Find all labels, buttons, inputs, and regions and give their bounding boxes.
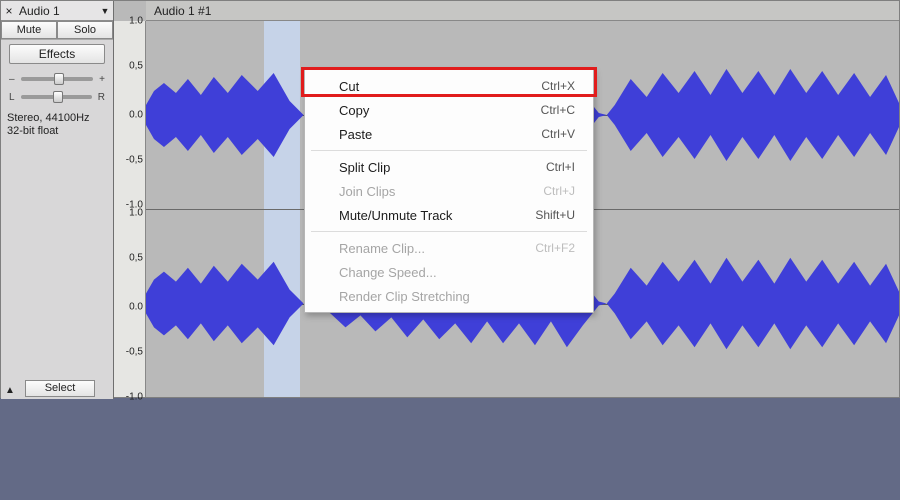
menu-label: Change Speed...	[339, 265, 437, 280]
menu-item-render-stretch: Render Clip Stretching	[305, 284, 593, 308]
pan-slider-track[interactable]	[21, 95, 92, 99]
menu-shortcut: Ctrl+C	[541, 103, 575, 117]
menu-item-mute-track[interactable]: Mute/Unmute Track Shift+U	[305, 203, 593, 227]
collapse-icon[interactable]: ▲	[5, 385, 15, 396]
menu-item-join-clips: Join Clips Ctrl+J	[305, 179, 593, 203]
menu-label: Copy	[339, 103, 369, 118]
menu-shortcut: Ctrl+V	[541, 127, 575, 141]
solo-button[interactable]: Solo	[57, 21, 113, 39]
menu-label: Split Clip	[339, 160, 390, 175]
pan-slider-thumb[interactable]	[53, 91, 63, 103]
menu-shortcut: Shift+U	[535, 208, 575, 222]
gain-slider-track[interactable]	[21, 77, 94, 81]
menu-shortcut: Ctrl+J	[543, 184, 575, 198]
mute-button[interactable]: Mute	[1, 21, 57, 39]
menu-shortcut: Ctrl+I	[546, 160, 575, 174]
menu-label: Join Clips	[339, 184, 395, 199]
menu-item-change-speed: Change Speed...	[305, 260, 593, 284]
minus-icon: –	[9, 74, 15, 85]
track-format-info: Stereo, 44100Hz 32-bit float	[1, 106, 113, 140]
close-icon[interactable]: ×	[1, 1, 17, 21]
ruler-tick: -1.0	[115, 392, 143, 403]
select-track-button[interactable]: Select	[25, 380, 95, 397]
ruler-tick: 0.0	[115, 301, 143, 312]
menu-shortcut: Ctrl+X	[541, 79, 575, 93]
clip-title: Audio 1 #1	[154, 4, 211, 18]
gain-slider[interactable]: – +	[1, 70, 113, 88]
pan-left-label: L	[9, 92, 15, 103]
ruler-tick: 0.0	[115, 110, 143, 121]
menu-separator	[311, 231, 587, 232]
track-format-line1: Stereo, 44100Hz	[7, 112, 109, 125]
ruler-tick: 0,5	[115, 61, 143, 72]
menu-shortcut: Ctrl+F2	[535, 241, 575, 255]
vertical-ruler: 1.0 0,5 0.0 -0,5 -1.0 1.0 0,5 0.0 -0,5 -…	[114, 21, 146, 397]
track-header[interactable]: × Audio 1 ▼	[1, 1, 113, 21]
pan-right-label: R	[98, 92, 105, 103]
plus-icon: +	[99, 74, 105, 85]
ruler-tick: 1.0	[115, 207, 143, 218]
menu-item-paste[interactable]: Paste Ctrl+V	[305, 122, 593, 146]
menu-label: Paste	[339, 127, 372, 142]
letterbox-bottom	[0, 398, 900, 498]
effects-button[interactable]: Effects	[9, 44, 105, 64]
menu-item-split-clip[interactable]: Split Clip Ctrl+I	[305, 155, 593, 179]
menu-label: Cut	[339, 79, 359, 94]
menu-separator	[311, 150, 587, 151]
clip-title-bar[interactable]: Audio 1 #1	[146, 1, 899, 21]
context-menu: Cut Ctrl+X Copy Ctrl+C Paste Ctrl+V Spli…	[304, 69, 594, 313]
menu-item-rename-clip: Rename Clip... Ctrl+F2	[305, 236, 593, 260]
ruler-tick: -0,5	[115, 346, 143, 357]
gain-slider-thumb[interactable]	[54, 73, 64, 85]
chevron-down-icon[interactable]: ▼	[97, 6, 113, 16]
pan-slider[interactable]: L R	[1, 88, 113, 106]
ruler-tick: -0,5	[115, 155, 143, 166]
track-control-panel: × Audio 1 ▼ Mute Solo Effects – + L R St…	[1, 1, 114, 399]
menu-item-copy[interactable]: Copy Ctrl+C	[305, 98, 593, 122]
ruler-tick: 1.0	[115, 16, 143, 27]
audacity-window: × Audio 1 ▼ Mute Solo Effects – + L R St…	[0, 0, 900, 398]
menu-label: Render Clip Stretching	[339, 289, 470, 304]
ruler-tick: 0,5	[115, 252, 143, 263]
menu-item-cut[interactable]: Cut Ctrl+X	[305, 74, 593, 98]
track-format-line2: 32-bit float	[7, 125, 109, 138]
menu-label: Rename Clip...	[339, 241, 425, 256]
track-name-label: Audio 1	[17, 4, 97, 18]
menu-label: Mute/Unmute Track	[339, 208, 452, 223]
